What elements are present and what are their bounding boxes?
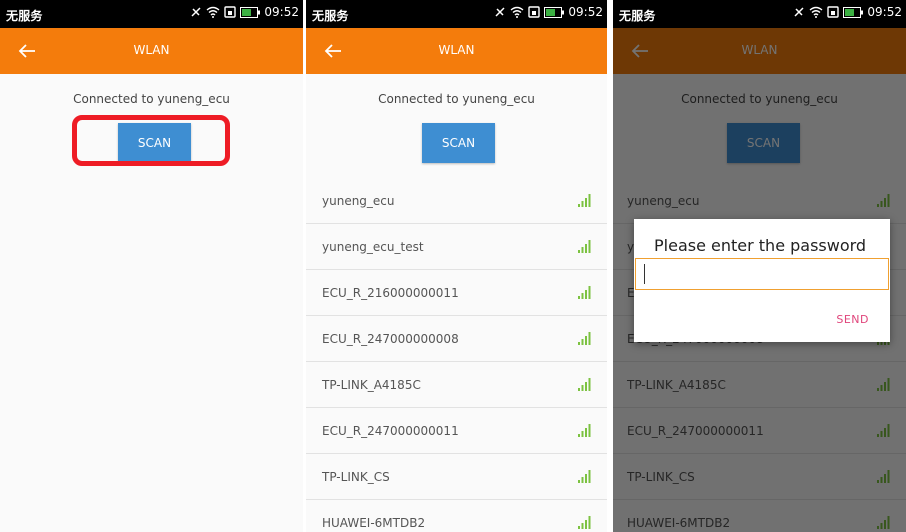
no-disturb-icon [191,7,201,17]
password-dialog: Please enter the password SEND [634,219,890,342]
network-name: ECU_R_216000000011 [322,286,459,300]
carrier-label: 无服务 [312,9,349,23]
network-name: yuneng_ecu [322,194,395,208]
network-name: TP-LINK_A4185C [322,378,421,392]
connection-status: Connected to yuneng_ecu [73,92,230,106]
send-button[interactable]: SEND [836,313,869,326]
connection-status: Connected to yuneng_ecu [378,92,535,106]
battery-icon [544,6,565,18]
network-row[interactable]: TP-LINK_A4185C [306,362,607,408]
wifi-signal-icon [578,470,591,483]
battery-icon [843,6,864,18]
wifi-signal-icon [578,332,591,345]
network-name: HUAWEI-6MTDB2 [322,516,426,530]
text-cursor [644,264,645,284]
network-row[interactable]: yuneng_ecu_test [306,224,607,270]
scan-button[interactable]: SCAN [422,123,495,163]
network-name: ECU_R_247000000008 [322,332,459,346]
wifi-status-icon [510,6,524,18]
network-row[interactable]: TP-LINK_CS [306,454,607,500]
battery-icon [240,6,261,18]
sim-icon [528,6,541,18]
no-disturb-icon [794,7,804,17]
wifi-signal-icon [578,286,591,299]
network-row[interactable]: ECU_R_247000000008 [306,316,607,362]
wifi-signal-icon [578,424,591,437]
network-list: yuneng_ecu yuneng_ecu_test ECU_R_216000000… [306,178,607,532]
wifi-signal-icon [578,240,591,253]
wifi-status-icon [809,6,823,18]
wifi-signal-icon [578,378,591,391]
app-bar: WLAN [0,28,303,74]
carrier-label: 无服务 [6,9,43,23]
wifi-status-icon [206,6,220,18]
dialog-title: Please enter the password [654,236,867,255]
carrier-label: 无服务 [619,9,656,23]
screen-password-dialog: 无服务 09:52 WLAN Connected to yuneng_ecu S… [613,0,906,532]
wifi-signal-icon [578,516,591,529]
password-input[interactable] [635,258,889,290]
scan-button-highlight [72,115,230,166]
clock: 09:52 [264,5,299,19]
network-row[interactable]: HUAWEI-6MTDB2 [306,500,607,532]
network-name: ECU_R_247000000011 [322,424,459,438]
network-name: yuneng_ecu_test [322,240,424,254]
clock: 09:52 [568,5,603,19]
status-bar: 无服务 09:52 [306,0,607,28]
network-name: TP-LINK_CS [322,470,390,484]
clock: 09:52 [867,5,902,19]
no-disturb-icon [495,7,505,17]
screen-initial: 无服务 09:52 WLAN Connected to yuneng_ecu S… [0,0,303,532]
page-title: WLAN [438,43,475,57]
sim-icon [827,6,840,18]
network-row[interactable]: ECU_R_216000000011 [306,270,607,316]
wifi-signal-icon [578,194,591,207]
status-bar: 无服务 09:52 [0,0,303,28]
app-bar: WLAN [306,28,607,74]
network-row[interactable]: ECU_R_247000000011 [306,408,607,454]
sim-icon [224,6,237,18]
status-bar: 无服务 09:52 [613,0,906,28]
network-row[interactable]: yuneng_ecu [306,178,607,224]
page-title: WLAN [133,43,170,57]
screen-network-list: 无服务 09:52 WLAN Connected to yuneng_ecu S… [306,0,607,532]
